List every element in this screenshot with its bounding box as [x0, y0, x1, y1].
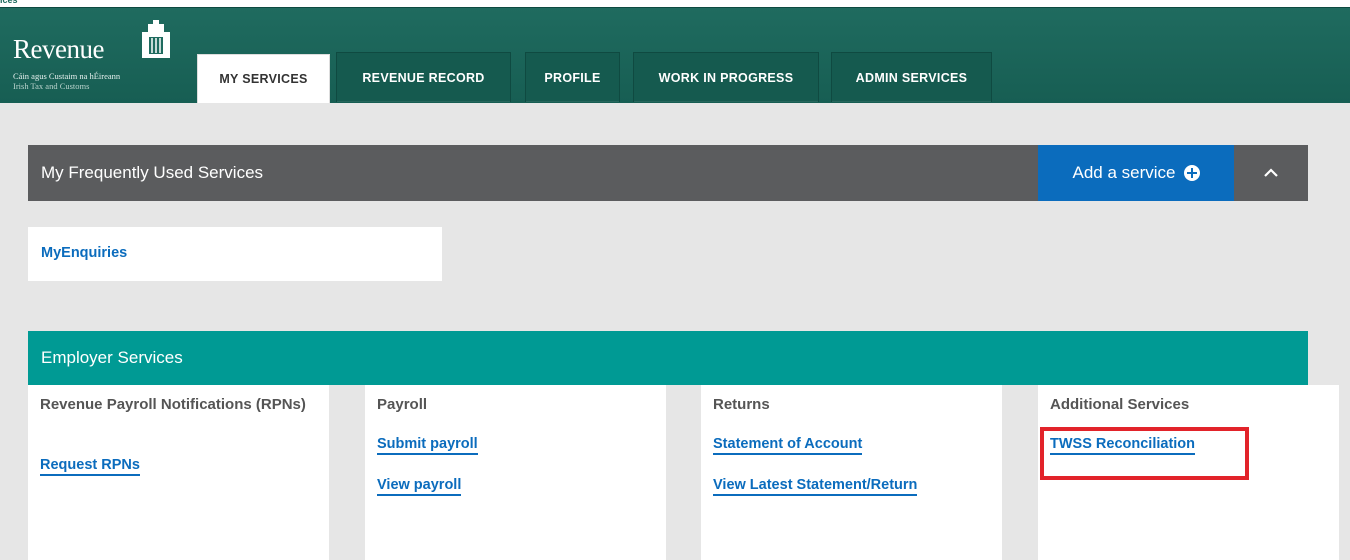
view-payroll-link[interactable]: View payroll — [377, 477, 462, 496]
tab-work-in-progress[interactable]: WORK IN PROGRESS — [633, 52, 819, 102]
employer-services-title: Employer Services — [41, 348, 183, 367]
harp-icon — [142, 20, 170, 58]
tab-my-services[interactable]: MY SERVICES — [197, 54, 330, 103]
rpn-card: Revenue Payroll Notifications (RPNs) Req… — [28, 385, 329, 560]
payroll-heading: Payroll — [377, 396, 428, 413]
top-strip: ices — [0, 0, 1350, 7]
returns-heading: Returns — [713, 396, 770, 413]
logo-subtitle-english: Irish Tax and Customs — [13, 81, 90, 91]
rpn-heading: Revenue Payroll Notifications (RPNs) — [40, 396, 306, 413]
submit-payroll-link[interactable]: Submit payroll — [377, 436, 478, 455]
payroll-card: Payroll Submit payroll View payroll — [365, 385, 666, 560]
plus-circle-icon — [1183, 165, 1200, 181]
add-service-button[interactable]: Add a service — [1038, 145, 1234, 201]
tab-admin-services[interactable]: ADMIN SERVICES — [831, 52, 992, 102]
frequently-used-header: My Frequently Used Services Add a servic… — [28, 145, 1308, 201]
employer-services-header: Employer Services — [28, 331, 1308, 385]
revenue-logo[interactable]: Revenue Cáin agus Custaim na hÉireann Ir… — [12, 14, 177, 94]
myenquiries-link[interactable]: MyEnquiries — [41, 245, 127, 261]
returns-card: Returns Statement of Account View Latest… — [701, 385, 1002, 560]
collapse-button[interactable] — [1234, 145, 1308, 201]
site-header: Revenue Cáin agus Custaim na hÉireann Ir… — [0, 7, 1350, 103]
frequently-used-card: MyEnquiries — [28, 227, 442, 281]
frequently-used-title: My Frequently Used Services — [41, 163, 264, 182]
highlight-annotation — [1040, 427, 1249, 480]
tab-revenue-record[interactable]: REVENUE RECORD — [336, 52, 511, 102]
request-rpns-link[interactable]: Request RPNs — [40, 457, 140, 476]
chevron-up-icon — [1264, 168, 1278, 177]
tab-profile[interactable]: PROFILE — [525, 52, 620, 102]
logo-wordmark: Revenue — [13, 34, 104, 64]
add-service-label: Add a service — [1072, 163, 1176, 182]
view-latest-statement-link[interactable]: View Latest Statement/Return — [713, 477, 918, 496]
additional-services-heading: Additional Services — [1050, 396, 1190, 413]
statement-of-account-link[interactable]: Statement of Account — [713, 436, 863, 455]
logo-subtitle-irish: Cáin agus Custaim na hÉireann — [13, 71, 121, 81]
top-strip-text: ices — [0, 0, 18, 5]
